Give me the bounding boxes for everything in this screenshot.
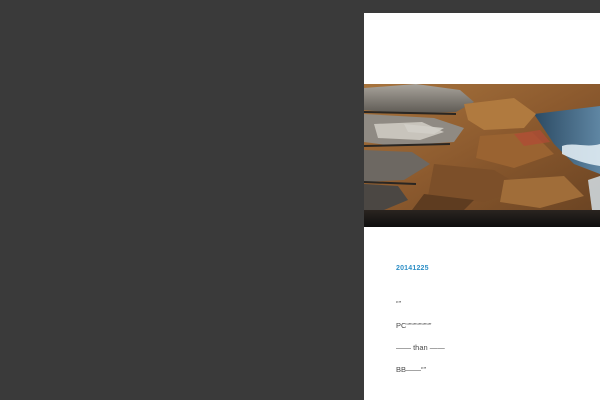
post-panel: 20141225 “” PC“”“”“”“”“” —— than —— BB——… <box>364 13 600 400</box>
post-header-area <box>364 13 600 84</box>
page: 20141225 “” PC“”“”“”“”“” —— than —— BB——… <box>0 0 600 400</box>
post-body: 20141225 “” PC“”“”“”“”“” —— than —— BB——… <box>364 227 600 374</box>
post-line: BB——“” <box>396 365 426 374</box>
rocky-coastline-photo <box>364 84 600 210</box>
post-line: —— than —— <box>396 343 445 352</box>
post-date-link[interactable]: 20141225 <box>396 265 600 272</box>
post-line: “” <box>396 299 401 308</box>
hero-image-shadow <box>364 210 600 227</box>
hero-image <box>364 84 600 210</box>
post-line: PC“”“”“”“”“” <box>396 321 432 330</box>
post-content: “” PC“”“”“”“”“” —— than —— BB——“” <box>396 300 600 374</box>
